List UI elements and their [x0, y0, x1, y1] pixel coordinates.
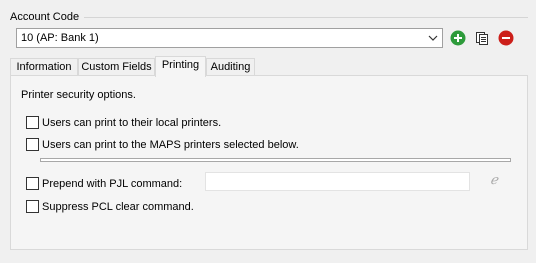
plus-circle-icon	[450, 30, 466, 46]
copy-document-icon	[476, 32, 488, 45]
local-printers-label: Users can print to their local printers.	[42, 116, 222, 129]
pjl-expression-icon[interactable]: ℯ	[487, 174, 501, 188]
suppress-pcl-label: Suppress PCL clear command.	[42, 200, 194, 213]
printing-panel: Printer security options. Users can prin…	[10, 75, 528, 250]
account-code-label: Account Code	[10, 11, 80, 23]
account-code-select[interactable]: 10 (AP: Bank 1)	[16, 28, 443, 48]
pjl-label: Prepend with PJL command:	[42, 177, 183, 190]
maps-printers-list[interactable]	[40, 158, 511, 162]
pjl-option[interactable]: Prepend with PJL command:	[26, 177, 182, 190]
maps-printers-checkbox[interactable]	[26, 138, 39, 151]
tab-auditing[interactable]: Auditing	[206, 58, 255, 76]
maps-printers-option[interactable]: Users can print to the MAPS printers sel…	[26, 138, 299, 151]
chevron-down-icon	[426, 31, 440, 45]
account-code-value: 10 (AP: Bank 1)	[21, 32, 99, 44]
group-divider	[84, 17, 528, 18]
suppress-pcl-checkbox[interactable]	[26, 200, 39, 213]
local-printers-option[interactable]: Users can print to their local printers.	[26, 116, 221, 129]
tab-information[interactable]: Information	[10, 58, 78, 76]
tab-custom-fields[interactable]: Custom Fields	[78, 58, 155, 76]
copy-account-button[interactable]	[474, 30, 490, 46]
minus-circle-icon	[498, 30, 514, 46]
pjl-command-input[interactable]	[205, 172, 470, 191]
suppress-pcl-option[interactable]: Suppress PCL clear command.	[26, 200, 194, 213]
add-account-button[interactable]	[450, 30, 466, 46]
local-printers-checkbox[interactable]	[26, 116, 39, 129]
maps-printers-label: Users can print to the MAPS printers sel…	[42, 138, 299, 151]
tab-printing[interactable]: Printing	[155, 56, 206, 77]
pjl-checkbox[interactable]	[26, 177, 39, 190]
printer-security-heading: Printer security options.	[21, 89, 136, 101]
remove-account-button[interactable]	[498, 30, 514, 46]
